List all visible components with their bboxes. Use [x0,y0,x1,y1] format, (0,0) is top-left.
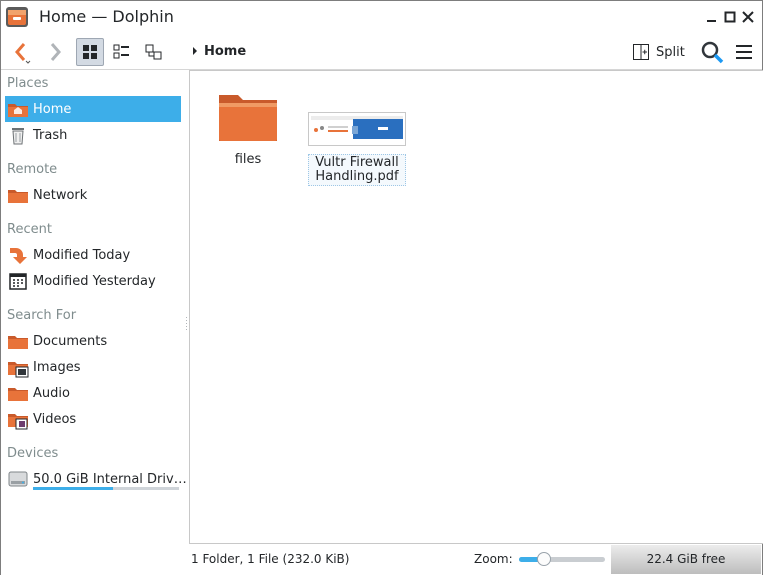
sidebar-item-label: Modified Today [33,247,131,263]
audio-folder-icon [8,388,28,401]
breadcrumb-home[interactable]: Home [204,44,246,59]
pdf-thumbnail-icon [308,112,406,146]
file-name: files [234,152,262,167]
network-folder-icon [8,190,28,203]
sidebar-item-network[interactable]: Network [5,182,181,208]
split-label: Split [656,44,685,60]
dolphin-app-icon [6,7,28,27]
remote-header: Remote [7,162,58,177]
status-bar: 1 Folder, 1 File (232.0 KiB) Zoom: 22.4 … [1,544,762,575]
free-space-label: 22.4 GiB free [646,552,726,566]
home-folder-icon [8,104,28,117]
images-folder-icon [8,362,29,378]
videos-folder-icon [8,414,28,430]
close-icon[interactable] [741,10,755,24]
toolbar: Home Split [1,34,762,70]
search-icon[interactable] [698,38,726,66]
sidebar-item-label: Network [33,187,88,203]
details-view-icon[interactable] [140,38,168,66]
drive-icon [8,471,28,487]
sidebar-item-documents[interactable]: Documents [5,328,181,354]
sidebar-item-label: 50.0 GiB Internal Driv… [33,471,187,487]
file-item-folder[interactable]: files [208,89,288,167]
sidebar-item-modified-yesterday[interactable]: Modified Yesterday [5,268,181,294]
recent-arrow-icon [10,248,27,264]
status-summary: 1 Folder, 1 File (232.0 KiB) [191,552,350,566]
forward-icon[interactable] [41,38,69,66]
maximize-icon[interactable] [723,10,737,24]
documents-folder-icon [8,336,28,349]
sidebar-item-label: Trash [33,127,68,143]
devices-header: Devices [7,446,59,461]
title-bar[interactable]: Home — Dolphin [1,1,762,33]
places-header: Places [7,76,49,91]
drive-usage-bar [33,487,179,490]
split-button[interactable]: Split [632,40,685,64]
sidebar-item-label: Modified Yesterday [33,273,156,289]
file-name-line2: Handling.pdf [315,169,399,184]
folder-icon [219,95,277,141]
dolphin-window: Home — Dolphin Home Split Places Home Tr… [0,0,763,575]
sidebar-item-label: Documents [33,333,108,349]
recent-header: Recent [7,222,52,237]
file-name: Vultr Firewall Handling.pdf [308,154,406,186]
sidebar-item-modified-today[interactable]: Modified Today [5,242,181,268]
file-item-pdf[interactable]: Vultr Firewall Handling.pdf [308,112,406,186]
sidebar-item-label: Videos [33,411,77,427]
calendar-icon [9,273,27,290]
trash-icon [12,128,24,145]
zoom-label: Zoom: [474,552,513,566]
icons-view-icon [83,45,97,59]
compact-view-icon[interactable] [108,38,136,66]
window-title: Home — Dolphin [39,7,174,26]
sidebar-item-label: Images [33,359,81,375]
sidebar-item-home[interactable]: Home [5,96,181,122]
sidebar-item-trash[interactable]: Trash [5,122,181,148]
places-panel: Places Home Trash Remote Network Recent [1,71,187,546]
zoom-slider[interactable] [519,552,605,566]
sidebar-item-label: Home [33,101,72,117]
icons-view-button[interactable] [76,38,104,66]
drive-usage-fill [33,487,114,490]
split-icon [633,44,649,60]
file-name-line1: Vultr Firewall [315,155,399,170]
back-icon[interactable] [7,38,35,66]
menu-icon[interactable] [730,38,758,66]
free-space-indicator[interactable]: 22.4 GiB free [611,545,761,574]
zoom-slider-handle[interactable] [536,552,551,566]
sidebar-item-videos[interactable]: Videos [5,406,181,432]
sidebar-item-audio[interactable]: Audio [5,380,181,406]
file-view[interactable]: files Vultr Firewall Handling.pdf [189,70,763,544]
panel-resize-handle[interactable] [185,317,188,331]
sidebar-item-label: Audio [33,385,70,401]
sidebar-item-images[interactable]: Images [5,354,181,380]
search-for-header: Search For [7,308,77,323]
minimize-icon[interactable] [705,10,719,24]
breadcrumb-arrow-icon[interactable] [191,46,199,56]
